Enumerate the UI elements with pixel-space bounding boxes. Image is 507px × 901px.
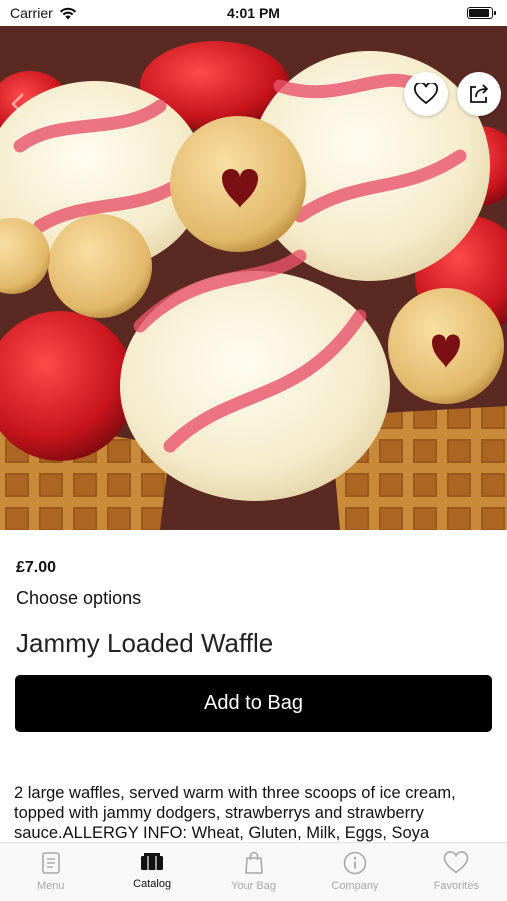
tab-bar: Menu Catalog Your Bag Company Favorites bbox=[0, 842, 507, 901]
carrier-label: Carrier bbox=[10, 5, 53, 21]
add-to-bag-button[interactable]: Add to Bag bbox=[15, 675, 492, 732]
wifi-icon bbox=[59, 7, 76, 19]
tab-your-bag[interactable]: Your Bag bbox=[203, 843, 304, 901]
tab-label: Menu bbox=[36, 880, 65, 892]
back-chevron-icon[interactable] bbox=[8, 92, 28, 116]
product-description: 2 large waffles, served warm with three … bbox=[14, 784, 456, 842]
tab-favorites[interactable]: Favorites bbox=[406, 843, 507, 901]
bag-icon bbox=[244, 851, 263, 874]
info-icon bbox=[343, 851, 367, 875]
choose-options-link[interactable]: Choose options bbox=[16, 588, 141, 609]
heart-icon bbox=[444, 851, 469, 874]
tab-company[interactable]: Company bbox=[304, 843, 405, 901]
status-left: Carrier bbox=[10, 5, 77, 21]
tab-label: Catalog bbox=[133, 878, 172, 890]
product-price: £7.00 bbox=[16, 559, 57, 576]
tab-label: Company bbox=[331, 880, 379, 892]
menu-book-icon bbox=[41, 852, 60, 874]
status-bar: Carrier 4:01 PM bbox=[0, 0, 507, 26]
share-button[interactable] bbox=[457, 72, 501, 116]
share-icon bbox=[470, 84, 488, 103]
tab-label: Favorites bbox=[433, 880, 479, 892]
battery-icon bbox=[467, 7, 496, 19]
product-photo bbox=[0, 26, 507, 530]
tab-label: Your Bag bbox=[231, 880, 276, 892]
catalog-icon bbox=[141, 853, 164, 870]
tab-catalog[interactable]: Catalog bbox=[101, 843, 202, 901]
favorite-button[interactable] bbox=[404, 72, 448, 116]
tab-menu[interactable]: Menu bbox=[0, 843, 101, 901]
product-title: Jammy Loaded Waffle bbox=[16, 628, 274, 658]
battery-level bbox=[469, 9, 489, 17]
heart-icon bbox=[414, 83, 438, 105]
